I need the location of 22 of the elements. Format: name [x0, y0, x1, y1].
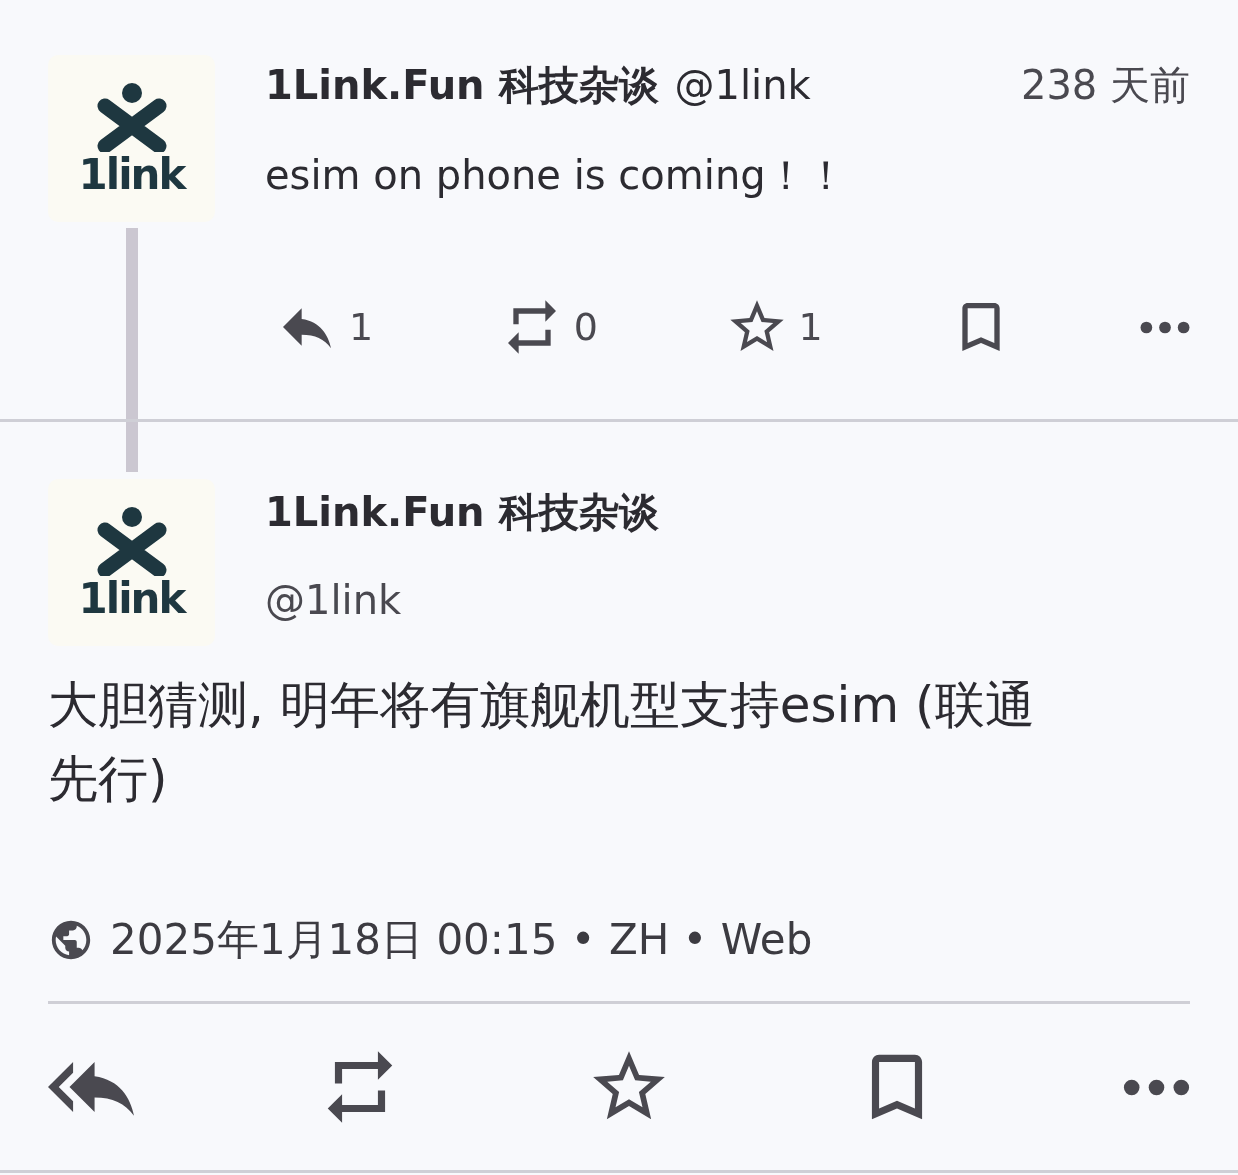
post-text: esim on phone is coming！！	[265, 151, 847, 200]
reply-button[interactable]: 1	[275, 295, 374, 359]
figure-icon	[94, 505, 169, 576]
logo-text: 1link	[78, 577, 185, 620]
count: 1	[349, 303, 374, 351]
count: 0	[573, 303, 598, 351]
post-text: 大胆猜测, 明年将有旗舰机型支持esim (联通先行)	[48, 675, 1036, 810]
count: 1	[798, 303, 823, 351]
more-icon	[1123, 1078, 1190, 1096]
more-button[interactable]	[1123, 1078, 1190, 1096]
post-meta: 2025年1月18日 00:15 • ZH • Web	[110, 914, 813, 966]
handle: @1link	[674, 61, 811, 110]
post-time: 238 天前	[1020, 61, 1190, 110]
display-name: 1Link.Fun 科技杂谈	[265, 488, 659, 537]
more-icon	[1140, 320, 1190, 334]
logo-text: 1link	[78, 153, 185, 196]
more-button[interactable]	[1140, 320, 1190, 334]
boost-button[interactable]: 0	[499, 295, 598, 359]
display-name: 1Link.Fun 科技杂谈	[265, 61, 659, 110]
favourite-button[interactable]: 1	[724, 295, 823, 359]
figure-icon	[94, 81, 169, 152]
handle: @1link	[265, 576, 403, 625]
